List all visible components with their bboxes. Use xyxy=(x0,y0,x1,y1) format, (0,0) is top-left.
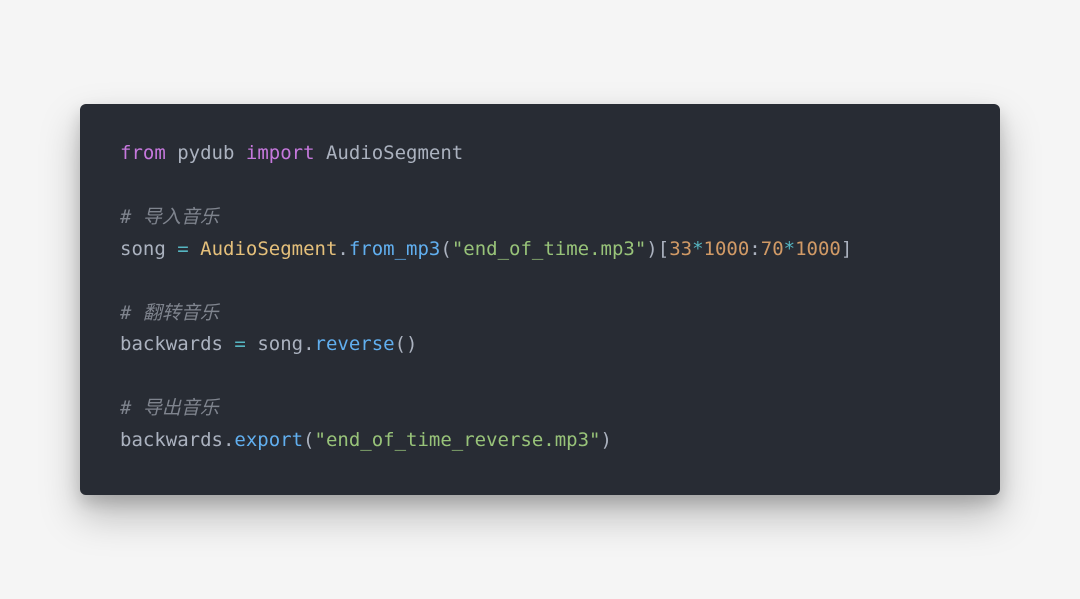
code-token: ( xyxy=(440,238,451,260)
code-token: ] xyxy=(841,238,852,260)
code-token: ( xyxy=(303,429,314,451)
code-token: backwards xyxy=(120,429,223,451)
code-token xyxy=(234,142,245,164)
code-token: = xyxy=(177,238,188,260)
code-token: () xyxy=(395,333,418,355)
code-token: pydub xyxy=(177,142,234,164)
code-token: song xyxy=(120,238,166,260)
code-token: "end_of_time_reverse.mp3" xyxy=(315,429,601,451)
code-token: # 导入音乐 xyxy=(120,206,219,228)
code-block[interactable]: from pydub import AudioSegment # 导入音乐 so… xyxy=(120,138,960,457)
code-token xyxy=(246,333,257,355)
code-token: from xyxy=(120,142,166,164)
code-token: 1000 xyxy=(704,238,750,260)
code-token xyxy=(166,142,177,164)
code-token: AudioSegment xyxy=(200,238,337,260)
code-token: * xyxy=(784,238,795,260)
code-token: . xyxy=(303,333,314,355)
code-token: . xyxy=(337,238,348,260)
code-token: from_mp3 xyxy=(349,238,441,260)
code-token: export xyxy=(234,429,303,451)
code-token: 70 xyxy=(761,238,784,260)
code-token: import xyxy=(246,142,315,164)
code-token: "end_of_time.mp3" xyxy=(452,238,646,260)
code-token: AudioSegment xyxy=(326,142,463,164)
code-token: song xyxy=(257,333,303,355)
code-token: # 导出音乐 xyxy=(120,397,219,419)
code-token xyxy=(189,238,200,260)
code-token: = xyxy=(234,333,245,355)
code-token: ) xyxy=(600,429,611,451)
code-token xyxy=(223,333,234,355)
code-token: : xyxy=(749,238,760,260)
code-token: * xyxy=(692,238,703,260)
code-token: )[ xyxy=(646,238,669,260)
code-token: backwards xyxy=(120,333,223,355)
code-token xyxy=(315,142,326,164)
code-token: 1000 xyxy=(795,238,841,260)
code-card: from pydub import AudioSegment # 导入音乐 so… xyxy=(80,104,1000,495)
code-token: 33 xyxy=(669,238,692,260)
code-token: . xyxy=(223,429,234,451)
code-token xyxy=(166,238,177,260)
code-token: reverse xyxy=(315,333,395,355)
code-token: # 翻转音乐 xyxy=(120,302,219,324)
